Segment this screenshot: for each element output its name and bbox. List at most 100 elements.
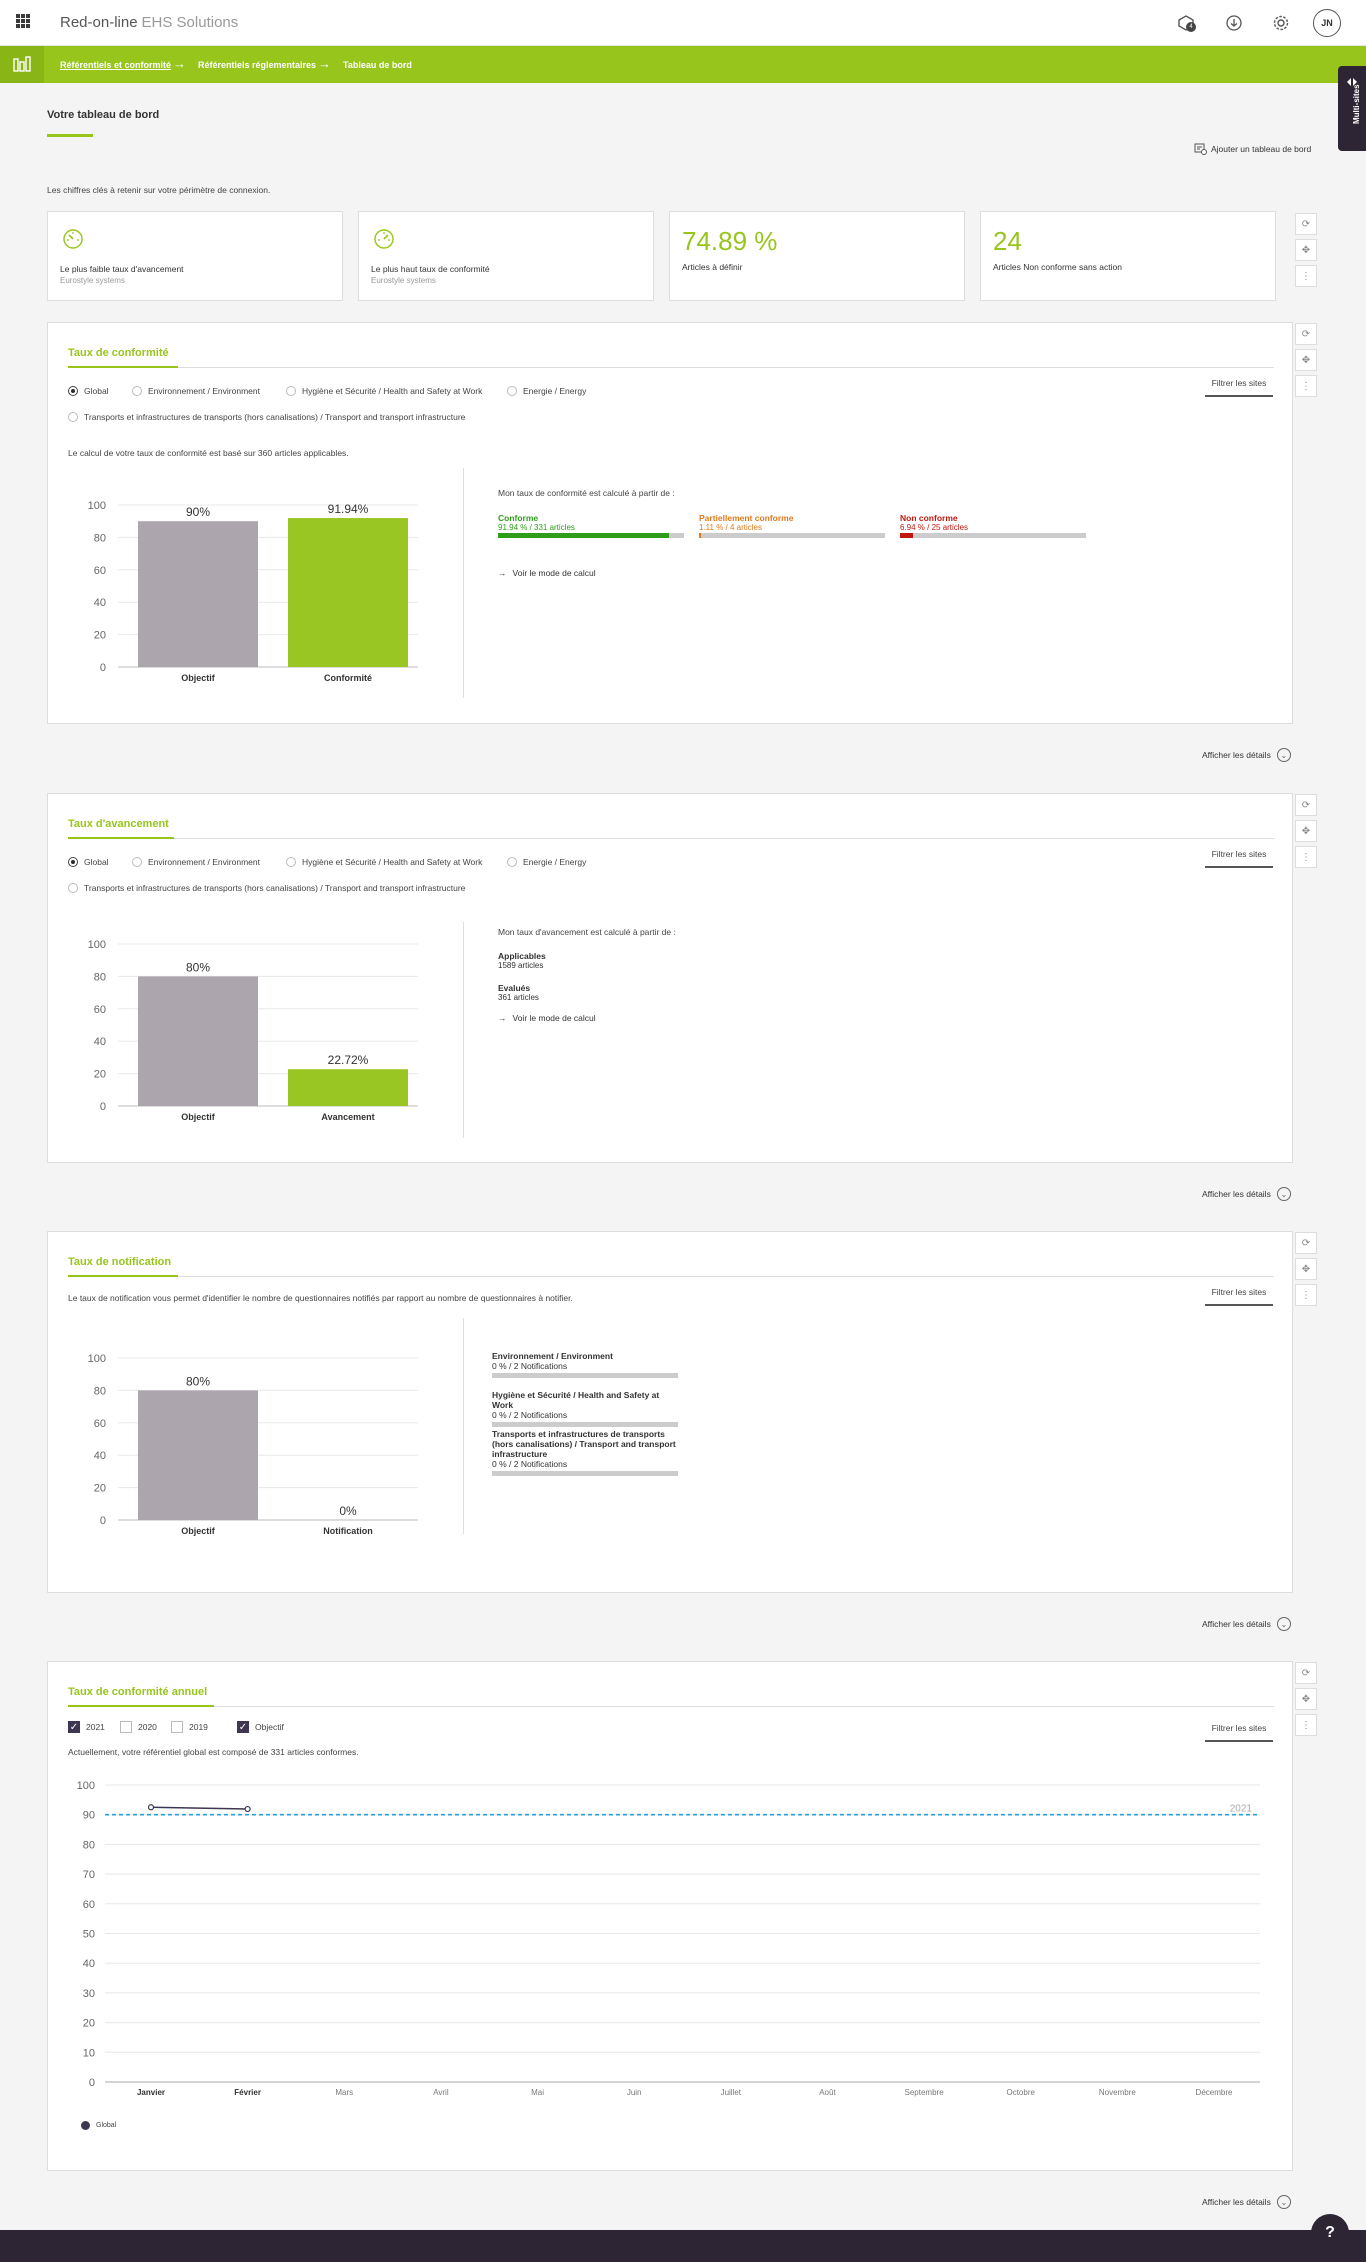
vertical-divider: [463, 468, 464, 698]
filter-sites-button[interactable]: Filtrer les sites: [1205, 1287, 1273, 1306]
multisites-tab[interactable]: Multi-sites: [1338, 66, 1366, 151]
rate-label: Non conforme: [900, 513, 958, 523]
radio-label: Global: [84, 386, 109, 396]
rate-detail: 91.94 % / 331 articles: [498, 523, 575, 532]
y-tick-label: 90: [83, 1810, 95, 1822]
kpi-card-lowest-progress: Le plus faible taux d'avancement Eurosty…: [47, 211, 343, 301]
radio-global[interactable]: Global: [68, 857, 109, 867]
y-tick-label: 20: [94, 1069, 106, 1081]
move-icon[interactable]: ✥: [1295, 349, 1317, 371]
refresh-icon[interactable]: ⟳: [1295, 323, 1317, 345]
footer: [0, 2230, 1366, 2262]
show-details-button[interactable]: Afficher les détails ⌄: [1202, 1187, 1291, 1201]
radio-hygiene-securite[interactable]: Hygiène et Sécurité / Health and Safety …: [286, 857, 482, 867]
checkbox-objectif[interactable]: ✓ Objectif: [237, 1721, 284, 1733]
speedometer-icon: [63, 229, 83, 249]
add-dashboard-button[interactable]: Ajouter un tableau de bord: [1194, 143, 1311, 155]
checkbox-2019[interactable]: 2019: [171, 1721, 208, 1733]
evalues-info: Evalués 361 articles: [498, 983, 539, 1002]
y-tick-label: 60: [94, 565, 106, 577]
see-calc-link[interactable]: → Voir le mode de calcul: [498, 568, 596, 578]
radio-hygiene-securite[interactable]: Hygiène et Sécurité / Health and Safety …: [286, 386, 482, 396]
radio-global[interactable]: Global: [68, 386, 109, 396]
radio-transports[interactable]: Transports et infrastructures de transpo…: [68, 883, 465, 893]
radio-transports[interactable]: Transports et infrastructures de transpo…: [68, 412, 465, 422]
bar: [288, 1069, 408, 1106]
y-tick-label: 0: [100, 1515, 106, 1527]
y-tick-label: 70: [83, 1869, 95, 1881]
show-details-button[interactable]: Afficher les détails ⌄: [1202, 748, 1291, 762]
filter-sites-button[interactable]: Filtrer les sites: [1205, 1723, 1273, 1742]
more-icon[interactable]: ⋮: [1295, 1714, 1317, 1736]
refresh-icon[interactable]: ⟳: [1295, 1232, 1317, 1254]
title-divider: [68, 1276, 1274, 1277]
checkbox-2020[interactable]: 2020: [120, 1721, 157, 1733]
y-tick-label: 40: [94, 1450, 106, 1462]
rate-non-conforme: Non conforme 6.94 % / 25 articles: [900, 513, 1086, 538]
data-label: 0%: [339, 1504, 357, 1518]
download-icon[interactable]: [1224, 13, 1244, 33]
breadcrumb-item-referentiels-reglementaires[interactable]: Référentiels réglementaires: [198, 60, 316, 70]
apps-grid-icon[interactable]: [16, 14, 30, 28]
chevron-down-icon: ⌄: [1276, 748, 1291, 762]
x-tick-label: Objectif: [181, 1112, 216, 1122]
breadcrumb-item-referentiels-conformite[interactable]: Référentiels et conformité: [60, 60, 171, 70]
checkbox-2021[interactable]: ✓ 2021: [68, 1721, 105, 1733]
data-label: 90%: [186, 505, 210, 519]
rate-bar-fill: [900, 533, 913, 538]
move-icon[interactable]: ✥: [1295, 1688, 1317, 1710]
filter-sites-button[interactable]: Filtrer les sites: [1205, 849, 1273, 868]
gear-icon[interactable]: [1271, 13, 1291, 33]
dashboard-home-icon[interactable]: [0, 46, 44, 83]
rate-bar: [900, 533, 1086, 538]
show-details-button[interactable]: Afficher les détails ⌄: [1202, 2195, 1291, 2209]
rate-bar-fill: [498, 533, 669, 538]
filter-sites-button[interactable]: Filtrer les sites: [1205, 378, 1273, 397]
refresh-icon[interactable]: ⟳: [1295, 794, 1317, 816]
title-underline: [68, 1705, 214, 1707]
logo[interactable]: Red-on-line EHS Solutions: [60, 14, 238, 31]
kpi-card-articles-a-definir: 74.89 % Articles à définir: [669, 211, 965, 301]
kpi-value: 24: [993, 226, 1022, 256]
move-icon[interactable]: ✥: [1295, 239, 1317, 261]
radio-environnement[interactable]: Environnement / Environment: [132, 386, 260, 396]
card-description: Actuellement, votre référentiel global e…: [68, 1747, 359, 1757]
more-icon[interactable]: ⋮: [1295, 846, 1317, 868]
avatar[interactable]: JN: [1313, 9, 1341, 37]
move-icon[interactable]: ✥: [1295, 820, 1317, 842]
x-tick-label: Décembre: [1196, 2088, 1233, 2097]
y-tick-label: 100: [88, 939, 106, 951]
data-point: [244, 1805, 251, 1813]
help-button[interactable]: ?: [1311, 2214, 1349, 2252]
radio-label: Hygiène et Sécurité / Health and Safety …: [302, 857, 483, 867]
data-point: [147, 1804, 155, 1811]
more-icon[interactable]: ⋮: [1295, 1284, 1317, 1306]
refresh-icon[interactable]: ⟳: [1295, 213, 1317, 235]
move-icon[interactable]: ✥: [1295, 1258, 1317, 1280]
speedometer-icon: [374, 229, 394, 249]
y-tick-label: 0: [89, 2077, 95, 2089]
show-details-button[interactable]: Afficher les détails ⌄: [1202, 1617, 1291, 1631]
card-description: Le calcul de votre taux de conformité es…: [68, 448, 349, 458]
radio-environnement[interactable]: Environnement / Environment: [132, 857, 260, 867]
legend-global[interactable]: Global: [81, 2121, 116, 2130]
y-tick-label: 80: [94, 532, 106, 544]
refresh-icon[interactable]: ⟳: [1295, 1662, 1317, 1684]
rate-bar-fill: [699, 533, 702, 538]
notif-label: Hygiène et Sécurité / Health and Safety …: [492, 1390, 660, 1410]
radio-label: Transports et infrastructures de transpo…: [84, 412, 466, 422]
data-label: 91.94%: [328, 502, 369, 516]
kpi-card-non-conforme: 24 Articles Non conforme sans action: [980, 211, 1276, 301]
data-label: 80%: [186, 1374, 210, 1388]
radio-energie[interactable]: Energie / Energy: [507, 386, 586, 396]
y-tick-label: 60: [94, 1418, 106, 1430]
see-calc-link[interactable]: → Voir le mode de calcul: [498, 1013, 596, 1023]
page-title: Votre tableau de bord: [47, 109, 160, 121]
radio-label: Transports et infrastructures de transpo…: [84, 883, 466, 893]
top-bar: Red-on-line EHS Solutions 4 JN: [0, 0, 1366, 46]
more-icon[interactable]: ⋮: [1295, 265, 1317, 287]
more-icon[interactable]: ⋮: [1295, 375, 1317, 397]
radio-energie[interactable]: Energie / Energy: [507, 857, 586, 867]
radio-label: Global: [84, 857, 109, 867]
card-description: Le taux de notification vous permet d'id…: [68, 1293, 573, 1303]
